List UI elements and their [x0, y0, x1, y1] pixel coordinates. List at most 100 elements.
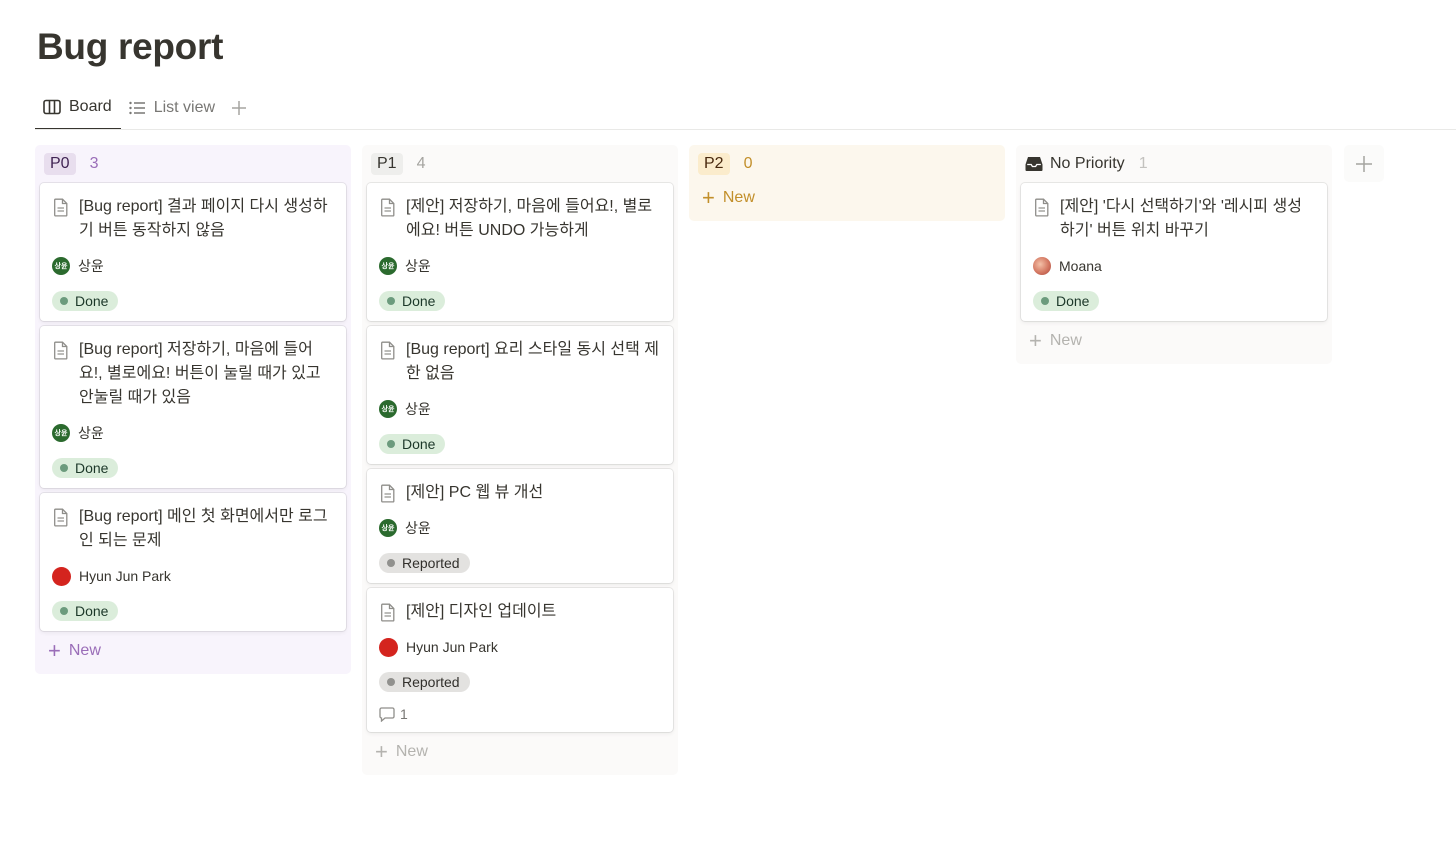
new-card-button[interactable]: + New — [40, 636, 346, 666]
avatar: 상윤 — [52, 424, 70, 442]
assignee-name: 상윤 — [405, 401, 431, 417]
card-title-row: [제안] 저장하기, 마음에 들어요!, 별로에요! 버튼 UNDO 가능하게 — [379, 195, 661, 243]
status-badge: Done — [52, 601, 119, 621]
column-name: P1 — [371, 153, 403, 175]
new-card-button[interactable]: + New — [1021, 326, 1327, 356]
new-card-button[interactable]: + New — [367, 737, 673, 767]
card-title: [제안] PC 웹 뷰 개선 — [406, 484, 544, 501]
plus-icon: + — [702, 185, 715, 210]
column-name: No Priority — [1050, 155, 1125, 172]
column-count: 1 — [1138, 155, 1148, 172]
card-title: [Bug report] 요리 스타일 동시 선택 제한 없음 — [406, 341, 660, 382]
assignee-name: 상윤 — [78, 425, 104, 441]
status-label: Reported — [402, 555, 460, 571]
avatar: 상윤 — [379, 400, 397, 418]
card-title: [제안] '다시 선택하기'와 '레시피 생성하기' 버튼 위치 바꾸기 — [1060, 198, 1302, 239]
board-column: P0 3 [Bug report] 결과 페이지 다시 생성하기 버튼 동작하지 않… — [35, 145, 351, 674]
status-badge: Done — [52, 291, 119, 311]
new-card-label: New — [1049, 332, 1082, 349]
status-badge: Done — [52, 458, 119, 478]
board-card[interactable]: [Bug report] 결과 페이지 다시 생성하기 버튼 동작하지 않음상윤… — [40, 183, 346, 321]
board-column: P2 0 + New — [689, 145, 1005, 221]
status-dot — [60, 464, 68, 472]
view-tabs: Board List view — [35, 86, 254, 130]
plus-icon: + — [375, 739, 388, 764]
page-icon — [381, 198, 395, 217]
plus-icon: + — [1029, 328, 1042, 353]
new-card-label: New — [68, 642, 101, 659]
add-view-button[interactable] — [224, 86, 254, 130]
page-icon — [1035, 198, 1049, 217]
status-label: Done — [75, 293, 109, 309]
status-label: Done — [402, 293, 436, 309]
tabs-divider — [35, 129, 1456, 130]
board-card[interactable]: [제안] PC 웹 뷰 개선상윤 상윤 Reported — [367, 469, 673, 583]
status-label: Reported — [402, 674, 460, 690]
card-assignee: Moana — [1033, 256, 1315, 276]
comment-count[interactable]: 1 — [379, 706, 661, 722]
page-icon — [381, 341, 395, 360]
board-card[interactable]: [Bug report] 저장하기, 마음에 들어요!, 별로에요! 버튼이 눌… — [40, 326, 346, 488]
tab-list-view[interactable]: List view — [121, 86, 224, 130]
comment-icon — [379, 706, 395, 722]
status-dot — [1041, 297, 1049, 305]
card-assignee: 상윤 상윤 — [379, 399, 661, 419]
status-label: Done — [75, 460, 109, 476]
status-badge: Reported — [379, 553, 470, 573]
list-icon — [129, 101, 145, 115]
card-assignee: 상윤 상윤 — [52, 256, 334, 276]
card-title: [Bug report] 결과 페이지 다시 생성하기 버튼 동작하지 않음 — [79, 198, 328, 239]
status-badge: Done — [379, 434, 446, 454]
card-assignee: Hyun Jun Park — [52, 566, 334, 586]
assignee-name: Hyun Jun Park — [406, 639, 498, 655]
card-title-row: [제안] PC 웹 뷰 개선 — [379, 481, 661, 505]
tab-board-label: Board — [69, 98, 112, 115]
card-title-row: [제안] '다시 선택하기'와 '레시피 생성하기' 버튼 위치 바꾸기 — [1033, 195, 1315, 243]
board-column: No Priority 1 [제안] '다시 선택하기'와 '레시피 생성하기' 버… — [1016, 145, 1332, 364]
column-name: P0 — [44, 153, 76, 175]
add-group-button[interactable] — [1344, 145, 1384, 182]
column-count: 3 — [89, 155, 99, 172]
card-assignee: Hyun Jun Park — [379, 637, 661, 657]
avatar: 상윤 — [379, 257, 397, 275]
page-icon — [54, 341, 68, 360]
card-assignee: 상윤 상윤 — [379, 518, 661, 538]
card-title-row: [Bug report] 요리 스타일 동시 선택 제한 없음 — [379, 338, 661, 386]
card-title-row: [Bug report] 결과 페이지 다시 생성하기 버튼 동작하지 않음 — [52, 195, 334, 243]
board-card[interactable]: [제안] 디자인 업데이트 Hyun Jun Park Reported 1 — [367, 588, 673, 732]
board-card[interactable]: [제안] 저장하기, 마음에 들어요!, 별로에요! 버튼 UNDO 가능하게상… — [367, 183, 673, 321]
board-card[interactable]: [Bug report] 요리 스타일 동시 선택 제한 없음상윤 상윤 Done — [367, 326, 673, 464]
assignee-name: Moana — [1059, 258, 1102, 274]
card-title-row: [Bug report] 메인 첫 화면에서만 로그인 되는 문제 — [52, 505, 334, 553]
card-assignee: 상윤 상윤 — [52, 423, 334, 443]
avatar: 상윤 — [52, 257, 70, 275]
status-badge: Reported — [379, 672, 470, 692]
column-header[interactable]: P1 4 — [371, 153, 673, 175]
page-icon — [381, 484, 395, 503]
tab-board[interactable]: Board — [35, 86, 121, 130]
status-label: Done — [75, 603, 109, 619]
status-dot — [387, 297, 395, 305]
new-card-button[interactable]: + New — [694, 183, 1000, 213]
assignee-name: 상윤 — [405, 520, 431, 536]
board-card[interactable]: [Bug report] 메인 첫 화면에서만 로그인 되는 문제 Hyun Ju… — [40, 493, 346, 631]
plus-icon — [1356, 155, 1372, 172]
assignee-name: 상윤 — [78, 258, 104, 274]
new-card-label: New — [395, 743, 428, 760]
plus-icon: + — [48, 638, 61, 663]
column-header[interactable]: No Priority 1 — [1025, 153, 1327, 175]
avatar — [1033, 257, 1051, 275]
status-dot — [60, 607, 68, 615]
card-title: [제안] 디자인 업데이트 — [406, 603, 557, 620]
card-assignee: 상윤 상윤 — [379, 256, 661, 276]
inbox-icon — [1025, 157, 1043, 171]
column-header[interactable]: P0 3 — [44, 153, 346, 175]
status-dot — [60, 297, 68, 305]
avatar: 상윤 — [379, 519, 397, 537]
plus-icon — [232, 101, 247, 115]
column-header[interactable]: P2 0 — [698, 153, 1000, 175]
assignee-name: Hyun Jun Park — [79, 568, 171, 584]
board-card[interactable]: [제안] '다시 선택하기'와 '레시피 생성하기' 버튼 위치 바꾸기 Moan… — [1021, 183, 1327, 321]
page-title: Bug report — [37, 26, 224, 67]
status-label: Done — [1056, 293, 1090, 309]
